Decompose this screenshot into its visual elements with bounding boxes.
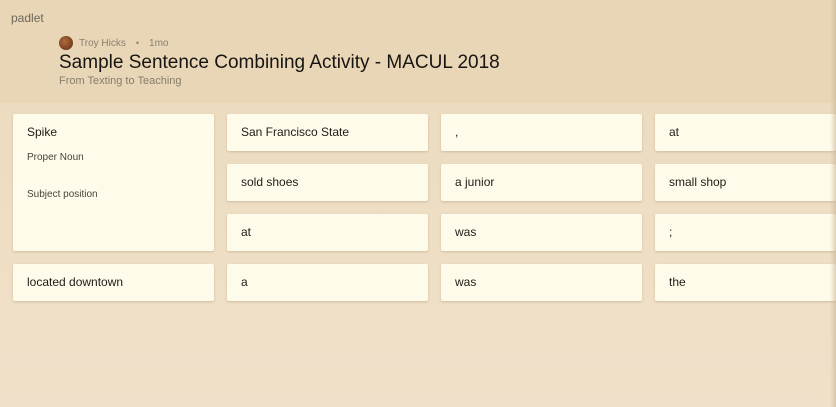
card-title: located downtown — [27, 275, 124, 289]
card-title: a junior — [455, 175, 495, 189]
padlet-header: padlet Troy Hicks • 1mo Sample Sentence … — [0, 0, 836, 103]
card-comma[interactable]: , — [441, 114, 642, 151]
page-title: Sample Sentence Combining Activity - MAC… — [59, 52, 500, 73]
card-the[interactable]: the — [655, 264, 836, 301]
card-title: small shop — [669, 175, 727, 189]
card-at[interactable]: at — [227, 214, 428, 251]
card-note-proper-noun: Proper Noun — [27, 152, 84, 163]
card-title: a — [241, 275, 248, 289]
author-name[interactable]: Troy Hicks — [79, 38, 126, 49]
card-sold-shoes[interactable]: sold shoes — [227, 164, 428, 201]
card-title: Spike — [27, 125, 58, 139]
padlet-logo[interactable]: padlet — [11, 11, 44, 25]
card-title: was — [455, 225, 477, 239]
card-a-junior[interactable]: a junior — [441, 164, 642, 201]
author-row: Troy Hicks • 1mo — [59, 36, 168, 50]
post-time: 1mo — [149, 37, 169, 49]
separator-dot: • — [135, 38, 140, 48]
card-a[interactable]: a — [227, 264, 428, 301]
card-at-1[interactable]: at — [655, 114, 836, 151]
card-title: at — [669, 125, 680, 139]
card-san-francisco-state[interactable]: San Francisco State — [227, 114, 428, 151]
card-title: San Francisco State — [241, 125, 350, 139]
card-title: , — [455, 125, 459, 139]
card-title: at — [241, 225, 252, 239]
author-avatar[interactable] — [59, 36, 73, 50]
page-subtitle: From Texting to Teaching — [59, 75, 182, 87]
card-title: ; — [669, 225, 673, 239]
card-located-downtown[interactable]: located downtown — [13, 264, 214, 301]
window-edge — [830, 0, 836, 407]
card-title: the — [669, 275, 686, 289]
card-was-2[interactable]: was — [441, 264, 642, 301]
card-was[interactable]: was — [441, 214, 642, 251]
card-small-shop[interactable]: small shop — [655, 164, 836, 201]
card-title: was — [455, 275, 477, 289]
card-spike[interactable]: Spike Proper Noun Subject position — [13, 114, 214, 251]
card-semicolon[interactable]: ; — [655, 214, 836, 251]
card-note-subject-position: Subject position — [27, 189, 98, 200]
card-title: sold shoes — [241, 175, 299, 189]
